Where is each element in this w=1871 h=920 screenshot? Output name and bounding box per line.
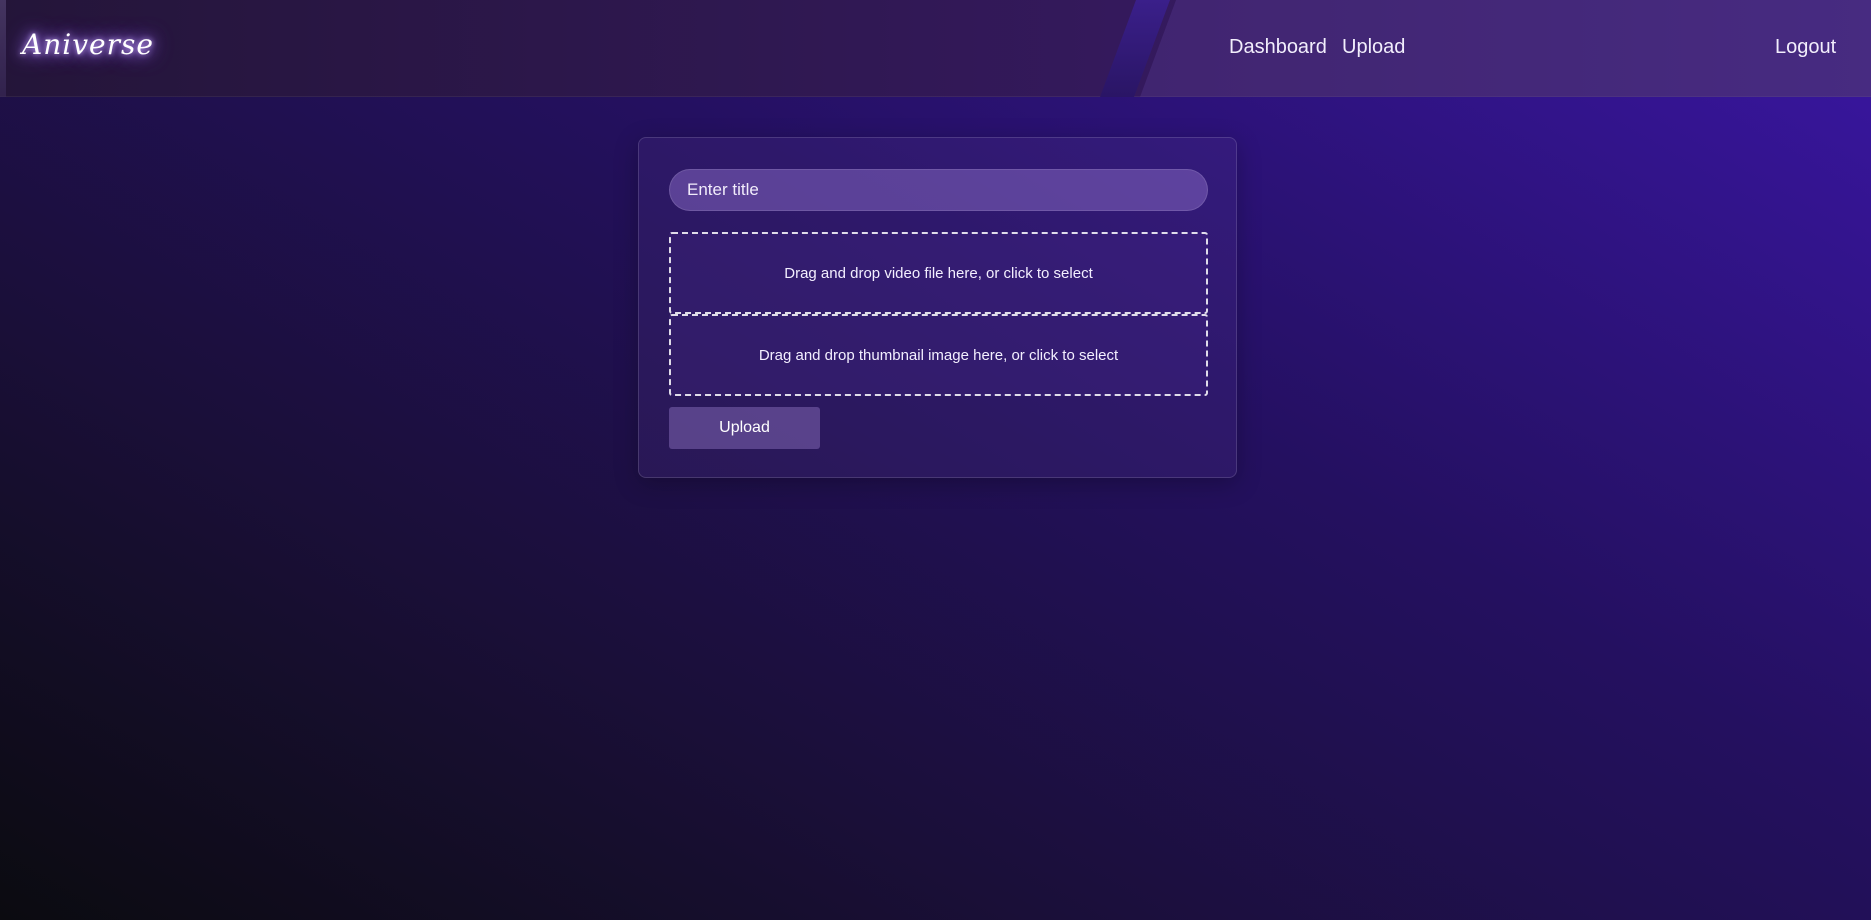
navbar-left-edge bbox=[0, 0, 6, 97]
upload-form-card: Drag and drop video file here, or click … bbox=[638, 137, 1237, 478]
thumbnail-dropzone-label: Drag and drop thumbnail image here, or c… bbox=[758, 346, 1119, 364]
navbar: Aniverse Dashboard Upload Logout bbox=[0, 0, 1871, 97]
thumbnail-dropzone[interactable]: Drag and drop thumbnail image here, or c… bbox=[669, 314, 1208, 396]
title-input[interactable] bbox=[669, 169, 1208, 211]
nav-link-upload[interactable]: Upload bbox=[1342, 36, 1405, 59]
video-dropzone-label: Drag and drop video file here, or click … bbox=[784, 264, 1093, 282]
site-logo[interactable]: Aniverse bbox=[22, 28, 154, 61]
upload-button[interactable]: Upload bbox=[669, 407, 820, 449]
nav-link-dashboard[interactable]: Dashboard bbox=[1229, 36, 1327, 59]
nav-link-logout[interactable]: Logout bbox=[1775, 36, 1836, 59]
video-dropzone[interactable]: Drag and drop video file here, or click … bbox=[669, 232, 1208, 314]
